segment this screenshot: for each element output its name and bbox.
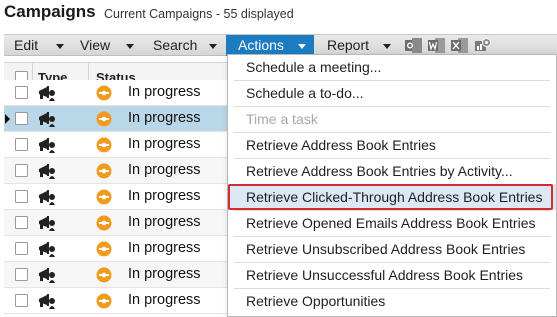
actions-menu-label: Actions <box>238 37 284 53</box>
menu-item-retrieve-unsuccessful-address-book-entries[interactable]: Retrieve Unsuccessful Address Book Entri… <box>228 262 556 288</box>
menu-item-retrieve-address-book-entries-by-activity[interactable]: Retrieve Address Book Entries by Activit… <box>228 158 556 184</box>
in-progress-status-icon <box>96 189 112 205</box>
row-checkbox[interactable] <box>15 164 28 177</box>
row-checkbox[interactable] <box>15 138 28 151</box>
in-progress-status-icon <box>96 163 112 179</box>
chevron-down-icon <box>126 44 134 49</box>
menu-item-label: Schedule a to-do... <box>246 85 364 101</box>
campaign-type-icon <box>39 294 55 309</box>
row-checkbox[interactable] <box>15 294 28 307</box>
view-menu-button[interactable]: View <box>80 35 142 56</box>
status-text: In progress <box>128 266 201 282</box>
actions-dropdown-menu: Schedule a meeting... Schedule a to-do...… <box>227 54 557 317</box>
row-checkbox[interactable] <box>15 86 28 99</box>
edit-menu-button[interactable]: Edit <box>14 35 70 56</box>
row-checkbox[interactable] <box>15 216 28 229</box>
page-header: Campaigns Current Campaigns - 55 display… <box>0 0 557 30</box>
page-title: Campaigns <box>4 2 96 21</box>
campaign-type-icon <box>39 164 55 179</box>
status-text: In progress <box>128 162 201 178</box>
page-subtitle: Current Campaigns - 55 displayed <box>104 7 294 21</box>
status-text: In progress <box>128 292 201 308</box>
edit-menu-label: Edit <box>14 37 39 53</box>
in-progress-status-icon <box>96 215 112 231</box>
menu-item-label: Retrieve Opportunities <box>246 293 386 309</box>
row-checkbox[interactable] <box>15 190 28 203</box>
report-menu-label: Report <box>327 37 370 53</box>
menu-item-label: Schedule a meeting... <box>246 59 382 75</box>
in-progress-status-icon <box>96 111 112 127</box>
row-checkbox[interactable] <box>15 242 28 255</box>
view-menu-label: View <box>80 37 111 53</box>
campaign-type-icon <box>39 242 55 257</box>
chevron-down-icon <box>298 44 306 49</box>
menu-item-label: Retrieve Address Book Entries <box>246 137 436 153</box>
in-progress-status-icon <box>96 241 112 257</box>
status-text: In progress <box>128 214 201 230</box>
row-checkbox[interactable] <box>15 268 28 281</box>
settings-chart-icon[interactable] <box>474 38 491 53</box>
actions-menu-button[interactable]: Actions <box>226 35 314 56</box>
menu-item-retrieve-clicked-through-address-book-entries[interactable]: Retrieve Clicked-Through Address Book En… <box>228 184 556 210</box>
menu-item-label: Retrieve Unsubscribed Address Book Entri… <box>246 241 526 257</box>
chevron-down-icon <box>56 44 64 49</box>
in-progress-status-icon <box>96 293 112 309</box>
menu-item-retrieve-opportunities[interactable]: Retrieve Opportunities <box>228 288 556 314</box>
in-progress-status-icon <box>96 267 112 283</box>
menu-item-label: Retrieve Unsuccessful Address Book Entri… <box>246 267 524 283</box>
search-menu-button[interactable]: Search <box>153 35 223 56</box>
campaign-type-icon <box>39 138 55 153</box>
row-checkbox[interactable] <box>15 112 28 125</box>
menu-item-schedule-a-to-do[interactable]: Schedule a to-do... <box>228 80 556 106</box>
campaign-type-icon <box>39 268 55 283</box>
current-row-indicator-icon <box>5 114 10 124</box>
in-progress-status-icon <box>96 137 112 153</box>
menu-item-label: Retrieve Opened Emails Address Book Entr… <box>246 215 536 231</box>
menu-item-time-a-task: Time a task <box>228 106 556 132</box>
menu-item-label: Retrieve Clicked-Through Address Book En… <box>246 189 543 205</box>
toolbar: Edit View Search Actions Report <box>4 34 557 56</box>
menu-item-retrieve-opened-emails-address-book-entries[interactable]: Retrieve Opened Emails Address Book Entr… <box>228 210 556 236</box>
menu-item-label: Retrieve Address Book Entries by Activit… <box>246 163 513 179</box>
status-text: In progress <box>128 84 201 100</box>
status-text: In progress <box>128 188 201 204</box>
search-menu-label: Search <box>153 37 198 53</box>
outlook-icon[interactable] <box>405 38 422 53</box>
chevron-down-icon <box>209 44 217 49</box>
campaign-type-icon <box>39 112 55 127</box>
campaign-type-icon <box>39 216 55 231</box>
menu-item-schedule-a-meeting[interactable]: Schedule a meeting... <box>228 54 556 80</box>
menu-item-retrieve-address-book-entries[interactable]: Retrieve Address Book Entries <box>228 132 556 158</box>
status-text: In progress <box>128 240 201 256</box>
menu-item-retrieve-unsubscribed-address-book-entries[interactable]: Retrieve Unsubscribed Address Book Entri… <box>228 236 556 262</box>
campaign-type-icon <box>39 86 55 101</box>
status-text: In progress <box>128 110 201 126</box>
chevron-down-icon <box>383 44 391 49</box>
in-progress-status-icon <box>96 85 112 101</box>
word-icon[interactable] <box>428 38 445 53</box>
campaign-type-icon <box>39 190 55 205</box>
excel-icon[interactable] <box>451 38 468 53</box>
status-text: In progress <box>128 136 201 152</box>
menu-item-label: Time a task <box>246 111 318 127</box>
report-menu-button[interactable]: Report <box>327 35 397 56</box>
